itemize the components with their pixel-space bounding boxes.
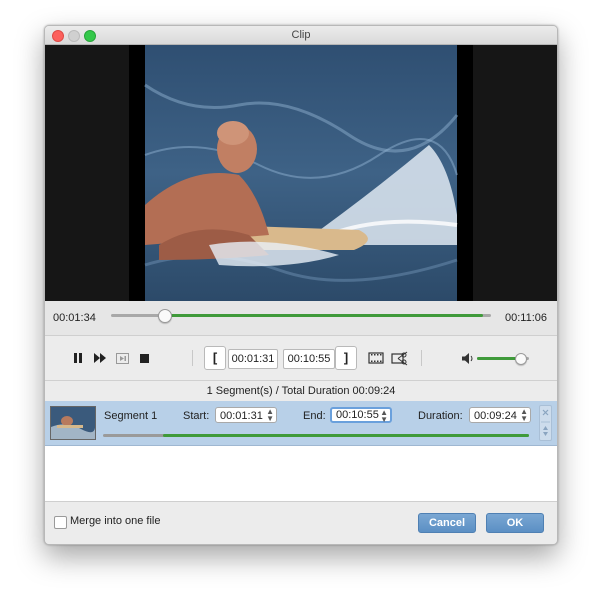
- ok-button[interactable]: OK: [486, 513, 544, 533]
- divider: [421, 350, 422, 366]
- segment-list: Segment 1 Start: 00:01:31 ▲ ▼ End: 00:10:…: [45, 401, 557, 502]
- current-time-label: 00:01:34: [53, 312, 96, 324]
- timeline-track[interactable]: [111, 309, 491, 323]
- timeline-bar: 00:01:34 00:11:06: [45, 301, 557, 336]
- stop-icon: [139, 353, 149, 363]
- title-bar: Clip: [45, 26, 557, 45]
- merge-checkbox[interactable]: [54, 516, 67, 529]
- fast-forward-icon: [94, 353, 106, 363]
- total-time-label: 00:11:06: [505, 312, 548, 324]
- segment-thumbnail-image: [51, 407, 95, 439]
- playhead-knob[interactable]: [158, 309, 173, 323]
- split-segment-button[interactable]: [390, 349, 408, 367]
- divider: [192, 350, 193, 366]
- next-frame-icon: [115, 352, 129, 364]
- volume-knob[interactable]: [514, 353, 527, 365]
- end-time-field[interactable]: 00:10:55: [283, 349, 335, 369]
- dialog-footer: Merge into one file Cancel OK: [45, 502, 557, 544]
- duration-label: Duration:: [418, 410, 463, 422]
- cancel-button[interactable]: Cancel: [418, 513, 476, 533]
- video-frame: [129, 45, 473, 301]
- set-start-button[interactable]: [: [204, 346, 226, 370]
- scissors-film-icon: [390, 351, 407, 365]
- volume-level: [477, 357, 520, 360]
- speaker-icon: [461, 352, 472, 364]
- add-segment-button[interactable]: [367, 349, 385, 367]
- clip-window: Clip 00:01:34 00:11:06 [00:01:31 00:10:…: [44, 25, 558, 545]
- stepper-arrows-icon[interactable]: ▲ ▼: [520, 408, 528, 423]
- video-still-image: [144, 45, 459, 301]
- segment-thumbnail: [50, 406, 96, 440]
- segment-duration-stepper[interactable]: 00:09:24 ▲ ▼: [469, 407, 531, 423]
- film-strip-icon: [368, 352, 384, 364]
- next-frame-button[interactable]: [115, 350, 129, 366]
- segment-side-buttons: [539, 405, 552, 441]
- segment-end-stepper[interactable]: 00:10:55 ▲ ▼: [330, 407, 392, 424]
- video-preview: [45, 45, 557, 301]
- end-label: End:: [303, 410, 326, 422]
- stop-button[interactable]: [137, 350, 151, 366]
- fast-forward-button[interactable]: [93, 350, 107, 366]
- zoom-window-button[interactable]: [84, 30, 96, 42]
- stepper-arrows-icon[interactable]: ▲ ▼: [266, 408, 274, 423]
- segment-range-fill: [162, 434, 529, 437]
- set-end-button[interactable]: ]: [335, 346, 357, 370]
- merge-label: Merge into one file: [70, 515, 161, 527]
- segment-start-value: 00:01:31: [220, 410, 263, 422]
- segment-end-value: 00:10:55: [336, 409, 379, 421]
- timeline-selected-range: [164, 314, 484, 317]
- segment-duration-value: 00:09:24: [474, 410, 517, 422]
- segment-start-stepper[interactable]: 00:01:31 ▲ ▼: [215, 407, 277, 423]
- remove-segment-icon[interactable]: [540, 406, 551, 440]
- start-time-field[interactable]: 00:01:31: [228, 349, 278, 369]
- volume-button[interactable]: [461, 351, 475, 365]
- segment-name: Segment 1: [104, 410, 158, 422]
- segment-range-track: [103, 434, 529, 437]
- pause-icon: [74, 353, 82, 363]
- segments-summary: 1 Segment(s) / Total Duration 00:09:24: [45, 381, 557, 402]
- volume-slider[interactable]: [477, 353, 529, 365]
- playback-controls: [ 00:01:31 00:10:55 ]: [45, 336, 557, 381]
- close-window-button[interactable]: [52, 30, 64, 42]
- pause-button[interactable]: [71, 350, 85, 366]
- stepper-arrows-icon[interactable]: ▲ ▼: [380, 409, 388, 424]
- segment-row[interactable]: Segment 1 Start: 00:01:31 ▲ ▼ End: 00:10:…: [45, 401, 557, 446]
- minimize-window-button[interactable]: [68, 30, 80, 42]
- start-label: Start:: [183, 410, 210, 422]
- window-title: Clip: [291, 29, 311, 41]
